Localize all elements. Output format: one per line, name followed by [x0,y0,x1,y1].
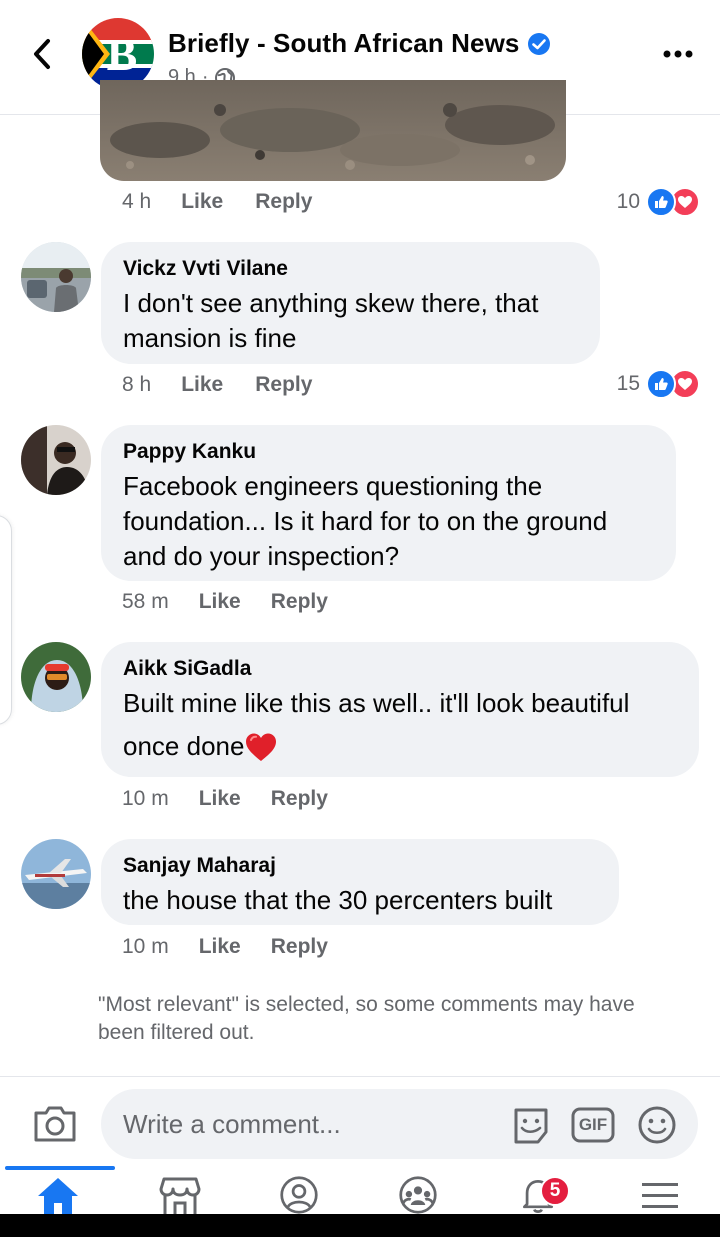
like-button[interactable]: Like [199,935,241,959]
camera-icon [34,1106,76,1142]
nav-groups[interactable] [388,1174,448,1216]
system-navigation-bar [0,1214,720,1237]
profile-icon [280,1176,318,1214]
red-heart-emoji-icon [246,733,277,761]
comment-line: Facebook engineers questioning the [123,471,543,501]
nav-marketplace[interactable] [150,1174,210,1216]
comment-time: 4 h [122,190,152,213]
avatar-photo [21,242,91,312]
comment-actions: 4 h Like Reply [122,190,312,214]
comment-text: Built mine like this as well.. it'll loo… [123,686,677,764]
comment-line: foundation... Is it hard for to on the g… [123,506,608,536]
commenter-avatar[interactable] [21,425,91,495]
comment-author[interactable]: Vickz Vvti Vilane [123,256,578,282]
avatar-photo [21,839,91,909]
nav-menu[interactable] [630,1174,690,1216]
nav-home[interactable] [28,1174,88,1216]
comment-author[interactable]: Pappy Kanku [123,439,654,465]
more-options-button[interactable] [660,36,696,72]
comment-bubble[interactable]: Pappy Kanku Facebook engineers questioni… [101,425,676,581]
side-panel-handle[interactable] [0,515,12,725]
reaction-count: 10 [616,190,640,213]
reaction-count: 15 [616,372,640,395]
like-button[interactable]: Like [199,590,241,614]
svg-text:B: B [107,29,138,80]
comment-text: the house that the 30 percenters built [123,883,597,918]
comment-time: 8 h [122,373,152,396]
commenter-avatar[interactable] [21,642,91,712]
marketplace-icon [159,1177,201,1215]
emoji-button[interactable] [635,1103,679,1147]
notification-badge: 5 [540,1176,570,1206]
emoji-smile-icon [638,1106,676,1144]
comment-photo[interactable] [100,80,566,181]
comment-line: the house that the 30 percenters built [123,885,553,915]
comment-time: 10 m [122,787,169,810]
filter-note: "Most relevant" is selected, so some com… [98,993,635,1044]
reaction-summary[interactable]: 15 [617,369,700,399]
reply-button[interactable]: Reply [255,373,312,397]
comment-line: and do your inspection? [123,541,400,571]
reply-button[interactable]: Reply [271,787,328,811]
page-title[interactable]: Briefly - South African News [168,28,551,59]
comment-input[interactable] [123,1089,483,1159]
avatar-photo [21,642,91,712]
comment-time: 10 m [122,935,169,958]
groups-icon [399,1176,437,1214]
reply-button[interactable]: Reply [255,190,312,214]
like-reaction-icon [646,187,676,217]
like-button[interactable]: Like [181,190,223,214]
comment-line: once done [123,731,245,761]
back-button[interactable] [24,32,60,76]
reply-button[interactable]: Reply [271,935,328,959]
comment-composer: GIF [0,1076,720,1172]
comment-author[interactable]: Sanjay Maharaj [123,853,597,879]
reply-button[interactable]: Reply [271,590,328,614]
commenter-avatar[interactable] [21,242,91,312]
comment-line: I don't see anything skew there, that [123,288,539,318]
comment-line-with-emoji: once done [123,729,677,764]
rubble-photo [100,80,566,181]
comment-author[interactable]: Aikk SiGadla [123,656,677,682]
comment-actions: 8 h Like Reply [122,373,312,397]
reaction-summary[interactable]: 10 [617,187,700,217]
nav-notifications[interactable]: 5 [508,1174,570,1216]
chevron-left-icon [34,39,50,69]
page-name[interactable]: Briefly - South African News [168,28,519,59]
comment-time: 58 m [122,590,169,613]
sticker-icon [514,1108,548,1144]
camera-button[interactable] [32,1104,78,1144]
comment-actions: 10 m Like Reply [122,935,328,959]
comment-actions: 58 m Like Reply [122,590,328,614]
gif-label: GIF [578,1115,608,1134]
like-button[interactable]: Like [181,373,223,397]
hamburger-menu-icon [642,1183,678,1208]
home-icon [38,1178,78,1215]
gif-button[interactable]: GIF [571,1103,615,1147]
verified-badge-icon [528,32,551,55]
comment-line: Built mine like this as well.. it'll loo… [123,688,630,718]
like-button[interactable]: Like [199,787,241,811]
sticker-button[interactable] [509,1103,553,1147]
comment-actions: 10 m Like Reply [122,787,328,811]
comment-line: mansion is fine [123,323,297,353]
comment-bubble[interactable]: Aikk SiGadla Built mine like this as wel… [101,642,699,777]
nav-profile[interactable] [269,1174,329,1216]
comment-text: I don't see anything skew there, that ma… [123,286,578,356]
avatar-photo [21,425,91,495]
comment-input-container[interactable]: GIF [101,1089,698,1159]
comment-text: Facebook engineers questioning the found… [123,469,654,574]
more-horizontal-icon [663,50,693,58]
like-reaction-icon [646,369,676,399]
bottom-nav: 5 [0,1166,720,1216]
commenter-avatar[interactable] [21,839,91,909]
comment-bubble[interactable]: Sanjay Maharaj the house that the 30 per… [101,839,619,925]
active-tab-indicator [5,1166,115,1170]
comment-bubble[interactable]: Vickz Vvti Vilane I don't see anything s… [101,242,600,364]
